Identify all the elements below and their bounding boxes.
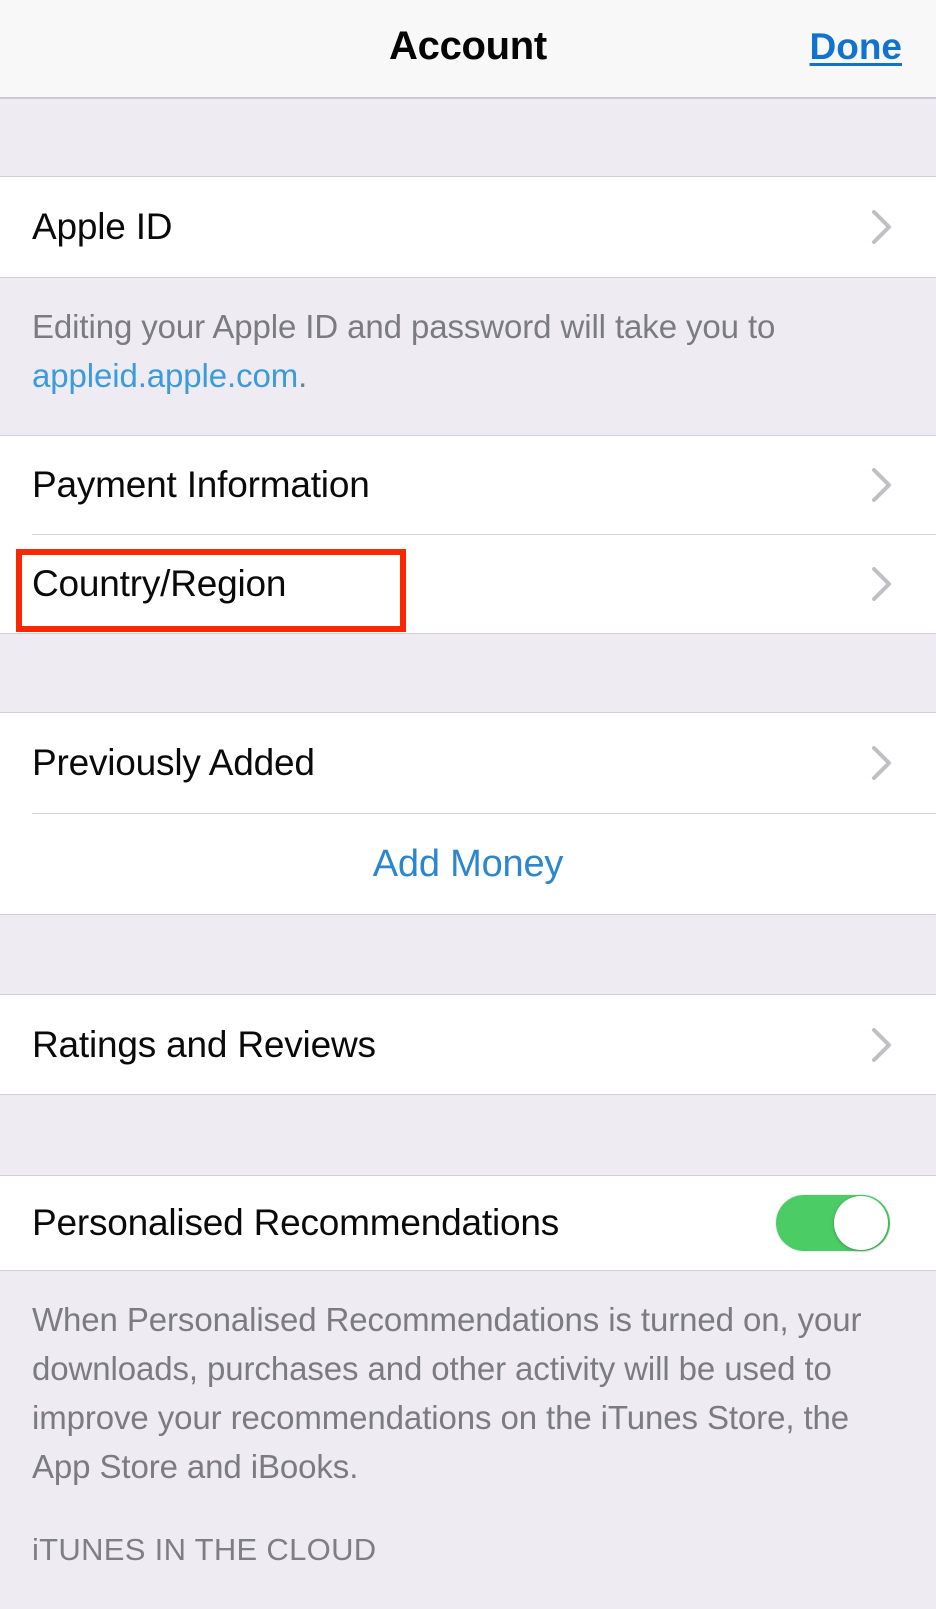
personalised-recommendations-toggle[interactable] (776, 1195, 890, 1251)
row-ratings-and-reviews-label: Ratings and Reviews (32, 1023, 376, 1065)
section-gap-after-ratings (0, 1094, 936, 1176)
payment-group: Payment Information Country/Region (0, 436, 936, 633)
section-gap-top (0, 98, 936, 177)
section-header-label: iTUNES IN THE CLOUD (32, 1532, 377, 1567)
apple-id-group: Apple ID (0, 177, 936, 277)
row-country-region[interactable]: Country/Region (0, 535, 936, 633)
row-apple-id-label: Apple ID (32, 206, 173, 247)
row-personalised-recommendations-label: Personalised Recommendations (32, 1202, 560, 1243)
add-money-label: Add Money (372, 842, 564, 885)
apple-id-footnote: Editing your Apple ID and password will … (0, 277, 936, 436)
chevron-right-icon (872, 567, 892, 601)
row-previously-added[interactable]: Previously Added (0, 713, 936, 813)
row-previously-added-label: Previously Added (32, 742, 315, 783)
row-payment-information-label: Payment Information (32, 464, 370, 505)
row-apple-id[interactable]: Apple ID (0, 177, 936, 277)
apple-id-footnote-text: Editing your Apple ID and password will … (32, 308, 776, 345)
section-gap-after-payment (0, 633, 936, 713)
apple-id-footnote-suffix: . (298, 357, 308, 394)
chevron-right-icon (872, 210, 892, 244)
chevron-right-icon (872, 1027, 892, 1062)
chevron-right-icon (872, 468, 892, 502)
done-button[interactable]: Done (810, 26, 903, 68)
add-money-button[interactable]: Add Money (0, 814, 936, 914)
recommendations-footnote: When Personalised Recommendations is tur… (0, 1270, 936, 1491)
row-payment-information[interactable]: Payment Information (0, 436, 936, 534)
row-personalised-recommendations[interactable]: Personalised Recommendations (0, 1176, 936, 1270)
page-title: Account (389, 24, 547, 68)
section-gap-after-money (0, 914, 936, 995)
navigation-bar: Account Done (0, 0, 936, 98)
recommendations-footnote-text: When Personalised Recommendations is tur… (32, 1301, 862, 1485)
row-country-region-label: Country/Region (32, 563, 287, 604)
appleid-link[interactable]: appleid.apple.com (32, 357, 298, 394)
money-group: Previously Added Add Money (0, 713, 936, 914)
section-header-itunes-in-the-cloud: iTUNES IN THE CLOUD (0, 1491, 936, 1577)
toggle-knob (834, 1196, 888, 1250)
chevron-right-icon (872, 746, 892, 780)
row-ratings-and-reviews[interactable]: Ratings and Reviews (0, 995, 936, 1094)
ratings-group: Ratings and Reviews (0, 995, 936, 1094)
recommendations-group: Personalised Recommendations (0, 1176, 936, 1270)
bottom-fill (0, 1577, 936, 1589)
